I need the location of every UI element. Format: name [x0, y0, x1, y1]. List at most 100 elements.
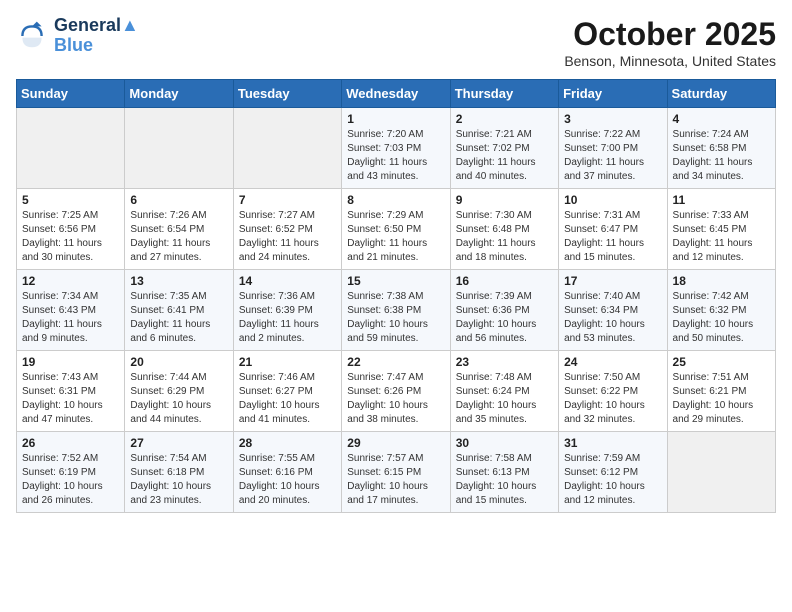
calendar-cell: 10 Sunrise: 7:31 AM Sunset: 6:47 PM Dayli…: [559, 189, 667, 270]
day-number: 19: [22, 355, 119, 369]
day-number: 27: [130, 436, 227, 450]
day-number: 26: [22, 436, 119, 450]
month-title: October 2025: [564, 16, 776, 53]
day-number: 4: [673, 112, 770, 126]
logo-icon: [16, 20, 48, 52]
day-number: 23: [456, 355, 553, 369]
day-number: 20: [130, 355, 227, 369]
day-info: Sunrise: 7:46 AM Sunset: 6:27 PM Dayligh…: [239, 371, 336, 427]
calendar-week-row: 19Sunrise: 7:43 AM Sunset: 6:31 PM Dayli…: [17, 351, 776, 432]
day-number: 14: [239, 274, 336, 288]
day-info: Sunrise: 7:48 AM Sunset: 6:24 PM Dayligh…: [456, 371, 553, 427]
day-number: 29: [347, 436, 444, 450]
day-number: 9: [456, 193, 553, 207]
day-info: Sunrise: 7:20 AM Sunset: 7:03 PM Dayligh…: [347, 128, 444, 184]
calendar-cell: 25Sunrise: 7:51 AM Sunset: 6:21 PM Dayli…: [667, 351, 775, 432]
calendar-cell: 13 Sunrise: 7:35 AM Sunset: 6:41 PM Dayli…: [125, 270, 233, 351]
day-info: Sunrise: 7:39 AM Sunset: 6:36 PM Dayligh…: [456, 290, 553, 346]
day-number: 25: [673, 355, 770, 369]
calendar-cell: 31 Sunrise: 7:59 AM Sunset: 6:12 PM Dayli…: [559, 432, 667, 513]
day-number: 2: [456, 112, 553, 126]
calendar-cell: 9Sunrise: 7:30 AM Sunset: 6:48 PM Daylig…: [450, 189, 558, 270]
calendar-cell: 19Sunrise: 7:43 AM Sunset: 6:31 PM Dayli…: [17, 351, 125, 432]
day-info: Sunrise: 7:58 AM Sunset: 6:13 PM Dayligh…: [456, 452, 553, 508]
day-info: Sunrise: 7:29 AM Sunset: 6:50 PM Dayligh…: [347, 209, 444, 265]
day-info: Sunrise: 7:36 AM Sunset: 6:39 PM Dayligh…: [239, 290, 336, 346]
page-header: General▲ Blue October 2025 Benson, Minne…: [16, 16, 776, 69]
day-number: 31: [564, 436, 661, 450]
weekday-header: Tuesday: [233, 80, 341, 108]
weekday-header: Friday: [559, 80, 667, 108]
calendar-cell: 27 Sunrise: 7:54 AM Sunset: 6:18 PM Dayli…: [125, 432, 233, 513]
day-number: 12: [22, 274, 119, 288]
calendar-table: SundayMondayTuesdayWednesdayThursdayFrid…: [16, 79, 776, 513]
day-info: Sunrise: 7:21 AM Sunset: 7:02 PM Dayligh…: [456, 128, 553, 184]
calendar-week-row: 5 Sunrise: 7:25 AM Sunset: 6:56 PM Daylig…: [17, 189, 776, 270]
day-number: 16: [456, 274, 553, 288]
day-number: 15: [347, 274, 444, 288]
calendar-cell: 8 Sunrise: 7:29 AM Sunset: 6:50 PM Daylig…: [342, 189, 450, 270]
weekday-header: Wednesday: [342, 80, 450, 108]
calendar-cell: 3 Sunrise: 7:22 AM Sunset: 7:00 PM Daylig…: [559, 108, 667, 189]
calendar-cell: 7Sunrise: 7:27 AM Sunset: 6:52 PM Daylig…: [233, 189, 341, 270]
weekday-header: Saturday: [667, 80, 775, 108]
day-info: Sunrise: 7:35 AM Sunset: 6:41 PM Dayligh…: [130, 290, 227, 346]
day-number: 8: [347, 193, 444, 207]
weekday-header: Sunday: [17, 80, 125, 108]
day-info: Sunrise: 7:47 AM Sunset: 6:26 PM Dayligh…: [347, 371, 444, 427]
calendar-cell: 17Sunrise: 7:40 AM Sunset: 6:34 PM Dayli…: [559, 270, 667, 351]
day-info: Sunrise: 7:57 AM Sunset: 6:15 PM Dayligh…: [347, 452, 444, 508]
day-number: 10: [564, 193, 661, 207]
calendar-cell: [17, 108, 125, 189]
calendar-cell: [667, 432, 775, 513]
day-info: Sunrise: 7:44 AM Sunset: 6:29 PM Dayligh…: [130, 371, 227, 427]
calendar-cell: 1 Sunrise: 7:20 AM Sunset: 7:03 PM Daylig…: [342, 108, 450, 189]
day-info: Sunrise: 7:50 AM Sunset: 6:22 PM Dayligh…: [564, 371, 661, 427]
title-block: October 2025 Benson, Minnesota, United S…: [564, 16, 776, 69]
calendar-cell: 5 Sunrise: 7:25 AM Sunset: 6:56 PM Daylig…: [17, 189, 125, 270]
calendar-cell: 15Sunrise: 7:38 AM Sunset: 6:38 PM Dayli…: [342, 270, 450, 351]
calendar-cell: 11Sunrise: 7:33 AM Sunset: 6:45 PM Dayli…: [667, 189, 775, 270]
calendar-cell: 29 Sunrise: 7:57 AM Sunset: 6:15 PM Dayli…: [342, 432, 450, 513]
calendar-cell: 30 Sunrise: 7:58 AM Sunset: 6:13 PM Dayli…: [450, 432, 558, 513]
calendar-cell: 12Sunrise: 7:34 AM Sunset: 6:43 PM Dayli…: [17, 270, 125, 351]
calendar-cell: 22 Sunrise: 7:47 AM Sunset: 6:26 PM Dayli…: [342, 351, 450, 432]
day-number: 28: [239, 436, 336, 450]
day-number: 3: [564, 112, 661, 126]
weekday-header: Thursday: [450, 80, 558, 108]
day-info: Sunrise: 7:22 AM Sunset: 7:00 PM Dayligh…: [564, 128, 661, 184]
day-number: 22: [347, 355, 444, 369]
calendar-cell: 23 Sunrise: 7:48 AM Sunset: 6:24 PM Dayli…: [450, 351, 558, 432]
calendar-cell: 28Sunrise: 7:55 AM Sunset: 6:16 PM Dayli…: [233, 432, 341, 513]
day-number: 1: [347, 112, 444, 126]
calendar-week-row: 12Sunrise: 7:34 AM Sunset: 6:43 PM Dayli…: [17, 270, 776, 351]
day-number: 30: [456, 436, 553, 450]
day-info: Sunrise: 7:26 AM Sunset: 6:54 PM Dayligh…: [130, 209, 227, 265]
day-info: Sunrise: 7:24 AM Sunset: 6:58 PM Dayligh…: [673, 128, 770, 184]
location: Benson, Minnesota, United States: [564, 53, 776, 69]
day-info: Sunrise: 7:25 AM Sunset: 6:56 PM Dayligh…: [22, 209, 119, 265]
calendar-cell: 24Sunrise: 7:50 AM Sunset: 6:22 PM Dayli…: [559, 351, 667, 432]
day-info: Sunrise: 7:59 AM Sunset: 6:12 PM Dayligh…: [564, 452, 661, 508]
calendar-cell: [125, 108, 233, 189]
day-info: Sunrise: 7:54 AM Sunset: 6:18 PM Dayligh…: [130, 452, 227, 508]
calendar-cell: 6 Sunrise: 7:26 AM Sunset: 6:54 PM Daylig…: [125, 189, 233, 270]
day-number: 5: [22, 193, 119, 207]
logo: General▲ Blue: [16, 16, 139, 56]
day-info: Sunrise: 7:42 AM Sunset: 6:32 PM Dayligh…: [673, 290, 770, 346]
weekday-header: Monday: [125, 80, 233, 108]
day-number: 6: [130, 193, 227, 207]
calendar-cell: 16 Sunrise: 7:39 AM Sunset: 6:36 PM Dayli…: [450, 270, 558, 351]
calendar-week-row: 26Sunrise: 7:52 AM Sunset: 6:19 PM Dayli…: [17, 432, 776, 513]
calendar-cell: 4 Sunrise: 7:24 AM Sunset: 6:58 PM Daylig…: [667, 108, 775, 189]
calendar-cell: 21Sunrise: 7:46 AM Sunset: 6:27 PM Dayli…: [233, 351, 341, 432]
day-number: 11: [673, 193, 770, 207]
day-number: 18: [673, 274, 770, 288]
calendar-cell: 26Sunrise: 7:52 AM Sunset: 6:19 PM Dayli…: [17, 432, 125, 513]
calendar-cell: 18 Sunrise: 7:42 AM Sunset: 6:32 PM Dayli…: [667, 270, 775, 351]
day-info: Sunrise: 7:31 AM Sunset: 6:47 PM Dayligh…: [564, 209, 661, 265]
logo-text: General▲ Blue: [54, 16, 139, 56]
calendar-cell: 14 Sunrise: 7:36 AM Sunset: 6:39 PM Dayli…: [233, 270, 341, 351]
calendar-cell: 2 Sunrise: 7:21 AM Sunset: 7:02 PM Daylig…: [450, 108, 558, 189]
day-number: 13: [130, 274, 227, 288]
